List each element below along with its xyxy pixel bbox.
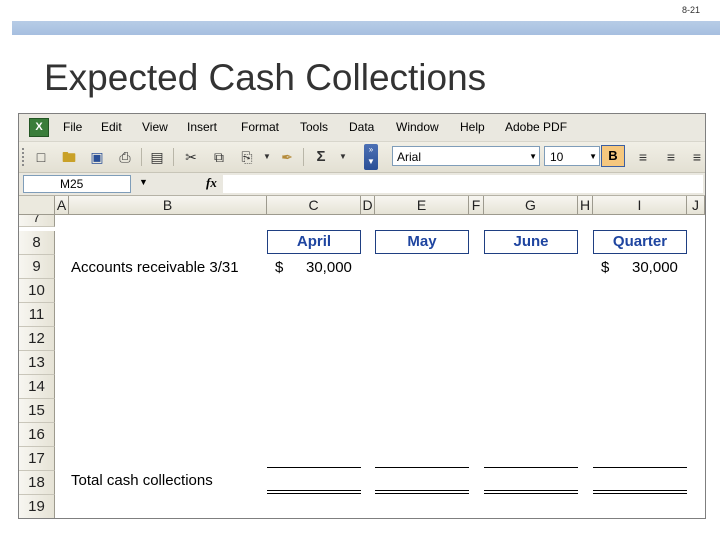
cell-header-june[interactable]: June — [484, 230, 578, 254]
toolbar: □ 🖿 ▣ ⎙ ▤ ✂ ⧉ ⎘ ▼ ✒ Σ ▼ » ▼ Arial ▼ 10 ▼ … — [19, 142, 705, 173]
formula-bar: M25 ▼ fx — [19, 173, 705, 196]
menu-format[interactable]: Format — [241, 120, 279, 134]
menu-tools[interactable]: Tools — [300, 120, 328, 134]
row-header-17[interactable]: 17 — [19, 447, 55, 471]
cell-ar-quarter-currency[interactable]: $ — [601, 259, 609, 276]
insert-function-icon[interactable]: fx — [206, 175, 217, 191]
format-painter-icon[interactable]: ✒ — [277, 147, 297, 167]
page-number: 8-21 — [681, 5, 700, 15]
font-name-select[interactable]: Arial ▼ — [392, 146, 540, 166]
open-folder-icon[interactable]: 🖿 — [59, 147, 79, 167]
column-header-b[interactable]: B — [69, 196, 267, 215]
cell-header-april[interactable]: April — [267, 230, 361, 254]
row-header-8[interactable]: 8 — [19, 231, 55, 255]
row-header-9[interactable]: 9 — [19, 255, 55, 279]
menu-adobe-pdf[interactable]: Adobe PDF — [505, 120, 567, 134]
row-header-7[interactable]: 7 — [19, 215, 55, 227]
align-center-icon[interactable]: ≡ — [661, 147, 681, 167]
cell-ar-quarter-value[interactable]: 30,000 — [632, 259, 678, 276]
menu-edit[interactable]: Edit — [101, 120, 122, 134]
toolbar-options-icon[interactable]: » ▼ — [364, 144, 378, 170]
column-header-c[interactable]: C — [267, 196, 361, 215]
excel-window: X File Edit View Insert Format Tools Dat… — [18, 113, 706, 519]
excel-app-icon[interactable]: X — [29, 118, 49, 137]
menu-bar: X File Edit View Insert Format Tools Dat… — [19, 114, 705, 142]
bold-button[interactable]: B — [601, 145, 625, 167]
menu-window[interactable]: Window — [396, 120, 439, 134]
column-header-e[interactable]: E — [375, 196, 469, 215]
header-band — [0, 21, 720, 35]
cell-border-quarter-single — [593, 467, 687, 468]
row-header-16[interactable]: 16 — [19, 423, 55, 447]
cell-ar-april-value[interactable]: 30,000 — [306, 259, 352, 276]
copy-icon[interactable]: ⧉ — [209, 147, 229, 167]
column-header-h[interactable]: H — [578, 196, 593, 215]
row-header-15[interactable]: 15 — [19, 399, 55, 423]
cell-border-quarter-double — [593, 490, 687, 494]
column-header-a[interactable]: A — [55, 196, 69, 215]
research-icon[interactable]: ▤ — [147, 147, 167, 167]
cell-header-quarter[interactable]: Quarter — [593, 230, 687, 254]
toolbar-grip[interactable] — [22, 148, 27, 166]
autosum-dropdown-icon[interactable]: ▼ — [333, 147, 353, 167]
row-header-14[interactable]: 14 — [19, 375, 55, 399]
cell-border-may-single — [375, 467, 469, 468]
cell-border-june-double — [484, 490, 578, 494]
cell-ar-april-currency[interactable]: $ — [275, 259, 283, 276]
paste-icon[interactable]: ⎘ — [237, 147, 257, 167]
chevron-down-icon[interactable]: ▼ — [529, 147, 537, 167]
save-icon[interactable]: ▣ — [87, 147, 107, 167]
cell-border-april-double — [267, 490, 361, 494]
chevron-down-icon[interactable]: ▼ — [589, 147, 597, 167]
menu-insert[interactable]: Insert — [187, 120, 217, 134]
new-document-icon[interactable]: □ — [31, 147, 51, 167]
row-header-18[interactable]: 18 — [19, 471, 55, 495]
formula-input[interactable] — [223, 175, 703, 193]
column-header-g[interactable]: G — [484, 196, 578, 215]
row-header-12[interactable]: 12 — [19, 327, 55, 351]
cell-accounts-receivable-label[interactable]: Accounts receivable 3/31 — [71, 259, 239, 276]
name-box-dropdown-icon[interactable]: ▼ — [139, 177, 148, 187]
autosum-icon[interactable]: Σ — [311, 147, 331, 167]
cell-border-may-double — [375, 490, 469, 494]
paste-dropdown-icon[interactable]: ▼ — [257, 147, 277, 167]
font-size-select[interactable]: 10 ▼ — [544, 146, 600, 166]
align-right-icon[interactable]: ≡ — [687, 147, 705, 167]
cut-icon[interactable]: ✂ — [181, 147, 201, 167]
row-header-11[interactable]: 11 — [19, 303, 55, 327]
column-header-j[interactable]: J — [687, 196, 705, 215]
select-all-corner[interactable] — [19, 196, 55, 215]
slide-title: Expected Cash Collections — [44, 57, 487, 98]
print-icon[interactable]: ⎙ — [115, 147, 135, 167]
menu-help[interactable]: Help — [460, 120, 485, 134]
align-left-icon[interactable]: ≡ — [633, 147, 653, 167]
menu-data[interactable]: Data — [349, 120, 374, 134]
column-header-f[interactable]: F — [469, 196, 484, 215]
menu-file[interactable]: File — [63, 120, 82, 134]
row-header-10[interactable]: 10 — [19, 279, 55, 303]
menu-view[interactable]: View — [142, 120, 168, 134]
cell-total-cash-collections-label[interactable]: Total cash collections — [71, 472, 213, 489]
row-header-13[interactable]: 13 — [19, 351, 55, 375]
cell-border-june-single — [484, 467, 578, 468]
name-box[interactable]: M25 — [23, 175, 131, 193]
cell-header-may[interactable]: May — [375, 230, 469, 254]
column-header-d[interactable]: D — [361, 196, 375, 215]
row-header-19[interactable]: 19 — [19, 495, 55, 518]
column-header-i[interactable]: I — [593, 196, 687, 215]
cell-border-april-single — [267, 467, 361, 468]
